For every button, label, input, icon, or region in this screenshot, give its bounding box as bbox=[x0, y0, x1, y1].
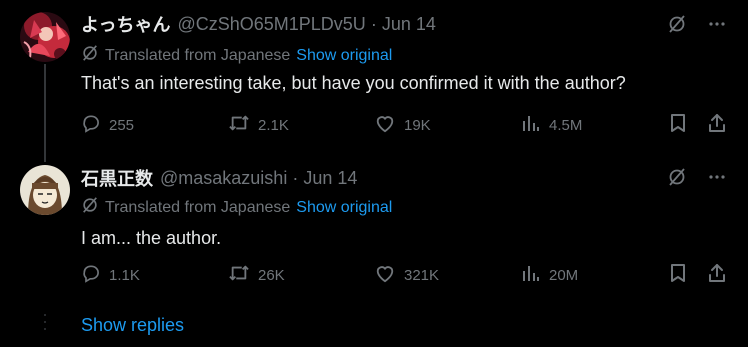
more-icon[interactable] bbox=[706, 166, 728, 188]
share-icon bbox=[707, 113, 727, 137]
tweet-actions: 255 2.1K 19K 4.5M bbox=[81, 113, 731, 137]
bookmark-icon bbox=[669, 113, 687, 137]
grok-icon[interactable] bbox=[666, 166, 688, 188]
tweet-text: I am... the author. bbox=[81, 228, 222, 248]
views-button[interactable]: 20M bbox=[521, 263, 578, 287]
views-icon bbox=[521, 113, 541, 137]
translated-label: Translated from Japanese bbox=[105, 46, 291, 64]
tweet-date[interactable]: Jun 14 bbox=[382, 14, 436, 35]
tweet[interactable]: 石黒正数 @masakazuishi · Jun 14 Translated f… bbox=[0, 158, 748, 308]
retweet-count: 2.1K bbox=[258, 116, 289, 134]
like-icon bbox=[374, 113, 396, 137]
more-icon[interactable] bbox=[706, 13, 728, 35]
like-button[interactable]: 19K bbox=[374, 113, 431, 137]
retweet-button[interactable]: 26K bbox=[228, 263, 285, 287]
translate-icon bbox=[81, 44, 99, 67]
show-original-link[interactable]: Show original bbox=[296, 47, 392, 65]
retweet-icon bbox=[228, 263, 250, 287]
grok-icon[interactable] bbox=[666, 13, 688, 35]
bookmark-icon bbox=[669, 263, 687, 287]
translation-notice: Translated from Japanese Show original bbox=[81, 196, 392, 219]
user-handle[interactable]: @masakazuishi bbox=[160, 168, 287, 189]
like-button[interactable]: 321K bbox=[374, 263, 439, 287]
like-count: 321K bbox=[404, 266, 440, 284]
tweet-top-actions bbox=[666, 166, 728, 188]
avatar[interactable] bbox=[20, 12, 70, 62]
views-button[interactable]: 4.5M bbox=[521, 113, 582, 137]
collapsed-thread-dots bbox=[43, 314, 47, 335]
share-icon bbox=[707, 263, 727, 287]
translate-icon bbox=[81, 196, 99, 219]
reply-button[interactable]: 1.1K bbox=[81, 263, 140, 287]
translation-notice: Translated from Japanese Show original bbox=[81, 44, 392, 67]
share-button[interactable] bbox=[707, 263, 727, 287]
avatar[interactable] bbox=[20, 165, 70, 215]
like-count: 19K bbox=[404, 116, 431, 134]
views-count: 20M bbox=[549, 266, 579, 284]
separator-dot: · bbox=[370, 13, 377, 34]
reply-icon bbox=[81, 263, 101, 287]
reply-icon bbox=[81, 113, 101, 137]
share-button[interactable] bbox=[707, 113, 727, 137]
bookmark-button[interactable] bbox=[669, 113, 687, 137]
reply-count: 1.1K bbox=[109, 266, 140, 284]
display-name[interactable]: よっちゃん bbox=[81, 11, 170, 37]
user-handle[interactable]: @CzShO65M1PLDv5U bbox=[177, 14, 365, 35]
separator-dot: · bbox=[292, 167, 299, 188]
tweet-actions: 1.1K 26K 321K 20M bbox=[81, 263, 731, 287]
show-original-link[interactable]: Show original bbox=[296, 199, 392, 217]
reply-count: 255 bbox=[109, 116, 135, 134]
show-replies-link[interactable]: Show replies bbox=[81, 315, 184, 336]
retweet-icon bbox=[228, 113, 250, 137]
tweet-header: よっちゃん @CzShO65M1PLDv5U · Jun 14 bbox=[81, 12, 436, 36]
bookmark-button[interactable] bbox=[669, 263, 687, 287]
views-count: 4.5M bbox=[549, 116, 583, 134]
tweet[interactable]: よっちゃん @CzShO65M1PLDv5U · Jun 14 Translat… bbox=[0, 0, 748, 158]
tweet-top-actions bbox=[666, 13, 728, 35]
retweet-button[interactable]: 2.1K bbox=[228, 113, 289, 137]
display-name[interactable]: 石黒正数 bbox=[81, 165, 153, 191]
tweet-header: 石黒正数 @masakazuishi · Jun 14 bbox=[81, 166, 357, 190]
tweet-text: That's an interesting take, but have you… bbox=[81, 73, 626, 93]
views-icon bbox=[521, 263, 541, 287]
translated-label: Translated from Japanese bbox=[105, 198, 291, 216]
tweet-date[interactable]: Jun 14 bbox=[303, 168, 357, 189]
retweet-count: 26K bbox=[258, 266, 285, 284]
like-icon bbox=[374, 263, 396, 287]
reply-button[interactable]: 255 bbox=[81, 113, 134, 137]
